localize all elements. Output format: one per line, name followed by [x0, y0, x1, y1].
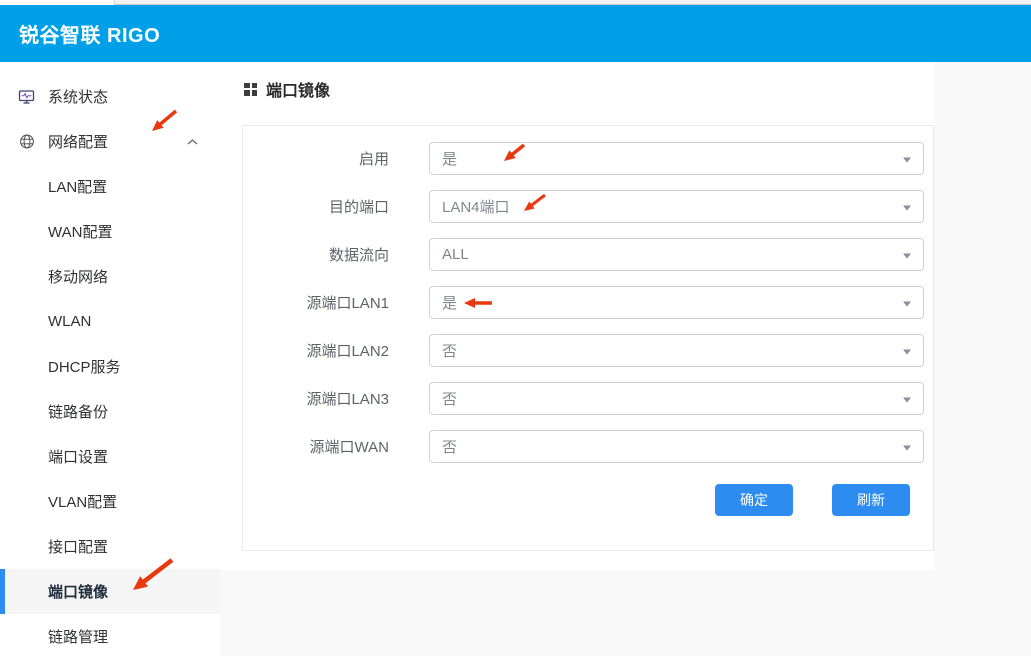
- sidebar-item-label: WAN配置: [48, 221, 112, 242]
- sidebar-item-link-management[interactable]: 链路管理: [0, 614, 220, 656]
- sidebar-item-label: 接口配置: [48, 536, 108, 557]
- select-value: 否: [442, 340, 457, 361]
- form-row-src-lan1: 源端口LAN1 是: [243, 286, 933, 319]
- sidebar-item-dhcp-service[interactable]: DHCP服务: [0, 344, 220, 389]
- select-value: 是: [442, 148, 457, 169]
- sidebar-item-label: 移动网络: [48, 266, 108, 287]
- form-row-data-flow: 数据流向 ALL: [243, 238, 933, 271]
- select-value: 是: [442, 292, 457, 313]
- form-row-dest-port: 目的端口 LAN4端口: [243, 190, 933, 223]
- dropdown-caret-icon: [903, 349, 911, 354]
- field-label-src-wan: 源端口WAN: [243, 436, 429, 457]
- sidebar-item-port-mirror[interactable]: 端口镜像: [0, 569, 220, 614]
- select-src-lan1[interactable]: 是: [429, 286, 924, 319]
- window-top-strip-tail: [114, 0, 1031, 5]
- sidebar-item-label: LAN配置: [48, 176, 107, 197]
- form-row-src-lan3: 源端口LAN3 否: [243, 382, 933, 415]
- select-data-flow[interactable]: ALL: [429, 238, 924, 271]
- form-row-src-wan: 源端口WAN 否: [243, 430, 933, 463]
- sidebar-item-wan-config[interactable]: WAN配置: [0, 209, 220, 254]
- grid-icon: [244, 83, 257, 96]
- sidebar-item-label: WLAN: [48, 313, 91, 330]
- dropdown-caret-icon: [903, 397, 911, 402]
- dropdown-caret-icon: [903, 205, 911, 210]
- select-value: ALL: [442, 246, 469, 263]
- field-label-src-lan3: 源端口LAN3: [243, 388, 429, 409]
- select-value: 否: [442, 388, 457, 409]
- sidebar-item-link-backup[interactable]: 链路备份: [0, 389, 220, 434]
- sidebar-item-mobile-network[interactable]: 移动网络: [0, 254, 220, 299]
- form-card: 启用是目的端口LAN4端口数据流向ALL源端口LAN1是源端口LAN2否源端口L…: [242, 125, 934, 551]
- select-value: LAN4端口: [442, 196, 510, 217]
- sidebar-item-lan-config[interactable]: LAN配置: [0, 164, 220, 209]
- select-src-wan[interactable]: 否: [429, 430, 924, 463]
- dropdown-caret-icon: [903, 253, 911, 258]
- window-top-strip: [0, 0, 1031, 5]
- form-row-src-lan2: 源端口LAN2 否: [243, 334, 933, 367]
- field-label-src-lan1: 源端口LAN1: [243, 292, 429, 313]
- brand-title: 锐谷智联 RIGO: [19, 19, 160, 48]
- sidebar-item-label: 系统状态: [48, 86, 108, 107]
- field-label-data-flow: 数据流向: [243, 244, 429, 265]
- sidebar-item-label: VLAN配置: [48, 491, 117, 512]
- sidebar-item-label: 链路备份: [48, 401, 108, 422]
- select-dest-port[interactable]: LAN4端口: [429, 190, 924, 223]
- sidebar-item-wlan[interactable]: WLAN: [0, 299, 220, 344]
- app-body: 系统状态网络配置 LAN配置 WAN配置移动网络 WLAN DHCP服务链路备份端口设置…: [0, 62, 1031, 656]
- app-header: 锐谷智联 RIGO: [0, 5, 1031, 62]
- sidebar-nav: 系统状态网络配置 LAN配置 WAN配置移动网络 WLAN DHCP服务链路备份端口设置…: [0, 62, 220, 656]
- sidebar-item-label: 网络配置: [48, 131, 108, 152]
- select-src-lan3[interactable]: 否: [429, 382, 924, 415]
- sidebar-item-port-settings[interactable]: 端口设置: [0, 434, 220, 479]
- sidebar-item-system-status[interactable]: 系统状态: [0, 74, 220, 119]
- sidebar-item-interface-config[interactable]: 接口配置: [0, 524, 220, 569]
- form-footer: 确定 刷新: [715, 484, 933, 516]
- main-content: 端口镜像 启用是目的端口LAN4端口数据流向ALL源端口LAN1是源端口LAN2…: [220, 62, 1031, 656]
- chevron-up-icon[interactable]: [187, 138, 198, 145]
- dropdown-caret-icon: [903, 445, 911, 450]
- dropdown-caret-icon: [903, 301, 911, 306]
- field-label-dest-port: 目的端口: [243, 196, 429, 217]
- confirm-button[interactable]: 确定: [715, 484, 793, 516]
- dropdown-caret-icon: [903, 157, 911, 162]
- refresh-button[interactable]: 刷新: [832, 484, 910, 516]
- select-src-lan2[interactable]: 否: [429, 334, 924, 367]
- content-panel: 端口镜像 启用是目的端口LAN4端口数据流向ALL源端口LAN1是源端口LAN2…: [220, 62, 934, 570]
- section-header: 端口镜像: [244, 80, 934, 98]
- form-row-enable: 启用是: [243, 142, 933, 175]
- select-enable[interactable]: 是: [429, 142, 924, 175]
- sidebar-item-vlan-config[interactable]: VLAN配置: [0, 479, 220, 524]
- form-rows: 启用是目的端口LAN4端口数据流向ALL源端口LAN1是源端口LAN2否源端口L…: [243, 142, 933, 463]
- field-label-src-lan2: 源端口LAN2: [243, 340, 429, 361]
- field-label-enable: 启用: [243, 148, 429, 169]
- globe-icon: [18, 133, 35, 150]
- sidebar-item-label: 链路管理: [48, 626, 108, 647]
- sidebar-item-network-config[interactable]: 网络配置: [0, 119, 220, 164]
- sidebar-item-label: 端口设置: [48, 446, 108, 467]
- app-window: 锐谷智联 RIGO 系统状态网络配置 LAN配置 WAN配置移动网络 WLAN DHCP…: [0, 0, 1031, 656]
- monitor-icon: [18, 88, 35, 105]
- select-value: 否: [442, 436, 457, 457]
- sidebar-item-label: 端口镜像: [48, 581, 108, 602]
- page-title: 端口镜像: [266, 77, 330, 101]
- sidebar-item-label: DHCP服务: [48, 356, 121, 377]
